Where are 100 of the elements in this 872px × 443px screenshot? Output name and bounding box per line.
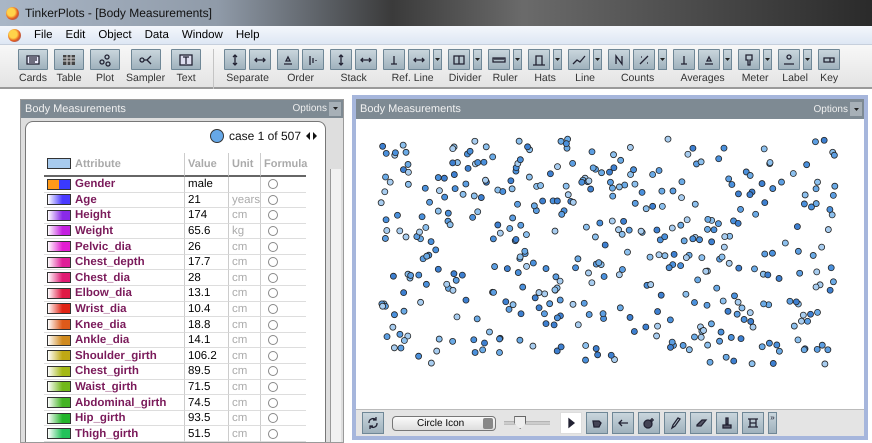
eraser-tool-button[interactable] bbox=[690, 412, 712, 434]
attribute-unit: cm bbox=[228, 348, 260, 364]
formula-icon[interactable] bbox=[268, 272, 278, 283]
formula-icon[interactable] bbox=[268, 288, 278, 298]
dropdown-button[interactable] bbox=[593, 49, 602, 70]
attribute-name[interactable]: Shoulder_girth bbox=[75, 350, 157, 362]
scrollbar[interactable] bbox=[330, 168, 341, 442]
attribute-name[interactable]: Hip_girth bbox=[75, 412, 126, 424]
toolbar-button[interactable] bbox=[330, 49, 352, 70]
attribute-name[interactable]: Pelvic_dia bbox=[75, 240, 132, 253]
toolbar-button[interactable] bbox=[302, 49, 324, 70]
toolbar-button[interactable] bbox=[355, 49, 378, 70]
case-navigation-arrows-icon[interactable] bbox=[306, 130, 317, 141]
formula-icon[interactable] bbox=[268, 304, 278, 314]
toolbar-button[interactable] bbox=[633, 49, 656, 70]
toolbar-button[interactable] bbox=[130, 49, 161, 70]
formula-icon[interactable] bbox=[268, 398, 278, 408]
color-swatch bbox=[47, 178, 71, 190]
toolbar-button[interactable] bbox=[778, 49, 800, 70]
formula-icon[interactable] bbox=[268, 242, 278, 252]
toolbar-button[interactable] bbox=[383, 49, 406, 70]
more-tools-button[interactable]: » bbox=[768, 412, 777, 434]
dropdown-button[interactable] bbox=[433, 49, 442, 70]
attribute-name[interactable]: Waist_girth bbox=[75, 380, 138, 393]
text-tool-button[interactable] bbox=[742, 412, 764, 434]
icon-type-dropdown[interactable]: Circle Icon bbox=[392, 416, 496, 430]
menu-item[interactable]: Data bbox=[144, 29, 169, 41]
attribute-name[interactable]: Knee_dia bbox=[75, 318, 126, 331]
slider-thumb[interactable] bbox=[514, 416, 526, 429]
formula-icon[interactable] bbox=[268, 320, 278, 330]
attribute-value: 106.2 bbox=[184, 348, 228, 364]
formula-icon[interactable] bbox=[268, 335, 278, 346]
card-icon bbox=[24, 52, 42, 66]
formula-icon[interactable] bbox=[268, 210, 278, 220]
column-header: Formula bbox=[264, 158, 308, 170]
formula-icon[interactable] bbox=[268, 257, 278, 268]
attribute-name[interactable]: Ankle_dia bbox=[75, 334, 130, 346]
menu-item[interactable]: Edit bbox=[66, 29, 86, 41]
toolbar-button[interactable] bbox=[171, 49, 202, 70]
toolbar-button[interactable] bbox=[90, 49, 120, 70]
attribute-name[interactable]: Elbow_dia bbox=[75, 287, 132, 300]
attribute-name[interactable]: Abdominal_girth bbox=[75, 396, 166, 409]
refresh-button[interactable] bbox=[362, 412, 384, 434]
attribute-name[interactable]: Thigh_girth bbox=[75, 428, 138, 440]
menu-item[interactable]: Help bbox=[236, 29, 260, 41]
dropdown-button[interactable] bbox=[553, 49, 562, 70]
toolbar-button[interactable] bbox=[568, 49, 590, 70]
toolbar-label: Stack bbox=[340, 72, 367, 84]
toolbar-button[interactable] bbox=[818, 49, 840, 70]
menu-item[interactable]: Object bbox=[98, 29, 132, 41]
attribute-name[interactable]: Chest_girth bbox=[75, 365, 139, 378]
formula-icon[interactable] bbox=[268, 194, 278, 205]
attribute-unit: cm bbox=[228, 410, 260, 426]
formula-icon[interactable] bbox=[268, 350, 278, 361]
caret-icon bbox=[435, 58, 440, 61]
pointer-tool-button[interactable] bbox=[560, 412, 582, 434]
dropdown-button[interactable] bbox=[473, 49, 482, 70]
formula-icon[interactable] bbox=[268, 366, 278, 376]
toolbar-button[interactable] bbox=[54, 49, 84, 70]
brush-tool-button[interactable] bbox=[716, 412, 738, 434]
attribute-name[interactable]: Weight bbox=[75, 224, 114, 237]
menu-item[interactable]: Window bbox=[182, 29, 223, 41]
formula-icon[interactable] bbox=[268, 382, 278, 392]
attribute-name[interactable]: Chest_dia bbox=[75, 272, 130, 284]
attribute-name[interactable]: Wrist_dia bbox=[75, 302, 127, 315]
attribute-name[interactable]: Gender bbox=[75, 178, 116, 190]
drag-tool-button[interactable] bbox=[586, 412, 608, 434]
toolbar-button[interactable] bbox=[673, 49, 696, 70]
caret-icon bbox=[805, 58, 810, 61]
formula-icon[interactable] bbox=[268, 226, 278, 236]
toolbar-button[interactable] bbox=[448, 49, 470, 70]
attribute-name[interactable]: Height bbox=[75, 209, 111, 222]
toolbar-button[interactable] bbox=[488, 49, 510, 70]
formula-icon[interactable] bbox=[268, 179, 278, 190]
pencil-tool-button[interactable] bbox=[664, 412, 686, 434]
options-dropdown[interactable] bbox=[850, 102, 862, 116]
toolbar-button[interactable] bbox=[277, 49, 300, 70]
formula-icon[interactable] bbox=[268, 413, 278, 424]
options-dropdown[interactable] bbox=[329, 102, 341, 116]
menu-item[interactable]: File bbox=[34, 29, 53, 41]
dropdown-button[interactable] bbox=[658, 49, 668, 70]
add-tool-button[interactable] bbox=[638, 412, 660, 434]
toolbar-button[interactable] bbox=[608, 49, 630, 70]
dropdown-button[interactable] bbox=[763, 49, 772, 70]
toolbar-button[interactable] bbox=[698, 49, 720, 70]
toolbar-button[interactable] bbox=[18, 49, 48, 70]
toolbar-button[interactable] bbox=[528, 49, 550, 70]
toolbar-label: Label bbox=[782, 72, 808, 84]
toolbar-button[interactable] bbox=[408, 49, 430, 70]
dropdown-button[interactable] bbox=[723, 49, 732, 70]
formula-icon[interactable] bbox=[268, 428, 278, 439]
dropdown-button[interactable] bbox=[513, 49, 522, 70]
toolbar-button[interactable] bbox=[224, 49, 246, 70]
attribute-name[interactable]: Age bbox=[75, 194, 97, 206]
attribute-name[interactable]: Chest_depth bbox=[75, 256, 145, 268]
dropdown-button[interactable] bbox=[803, 49, 812, 70]
toolbar-button[interactable] bbox=[249, 49, 272, 70]
toolbar-label: Divider bbox=[448, 72, 482, 84]
back-tool-button[interactable] bbox=[612, 412, 634, 434]
toolbar-button[interactable] bbox=[738, 49, 760, 70]
